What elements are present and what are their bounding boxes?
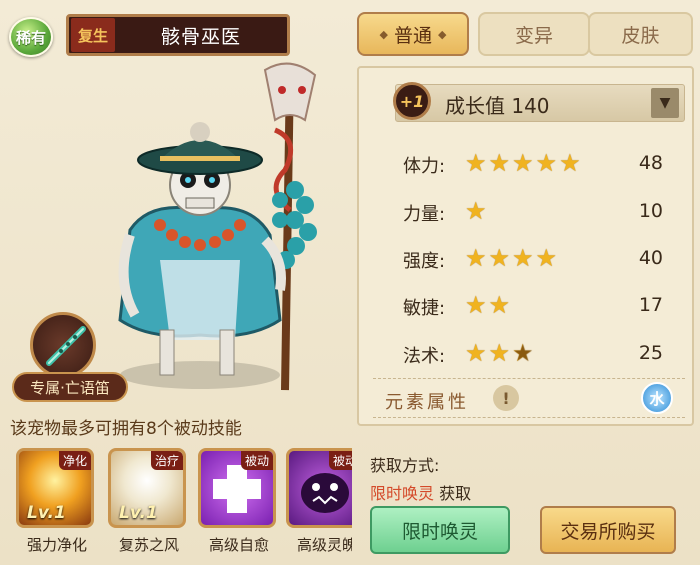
skill-name: 复苏之风 xyxy=(118,536,179,554)
skill-list: 净化 Lv.1 强力净化 治疗 Lv.1 复苏之风 被动 高级自愈 被 高级灵魄 xyxy=(14,444,352,565)
attr-value: 10 xyxy=(638,200,663,222)
star-rating: ★ ★ ★ xyxy=(465,338,534,368)
skill-level: Lv.1 xyxy=(27,503,66,523)
attr-value: 40 xyxy=(638,247,663,269)
rarity-badge: 稀有 xyxy=(9,17,53,57)
tab-label: 皮肤 xyxy=(621,24,660,47)
tab-mutation[interactable]: 变异 xyxy=(478,12,590,56)
star-icon: ★ xyxy=(559,149,581,177)
chevron-down-icon[interactable]: ▼ xyxy=(651,88,679,118)
star-icon: ★ xyxy=(488,291,511,319)
attr-label: 敏捷: xyxy=(403,298,446,319)
tab-normal[interactable]: ◆ 普通 ◆ xyxy=(357,12,469,56)
name-plate: 复生 骸骨巫医 xyxy=(66,14,290,56)
pet-left-panel: 稀有 复生 骸骨巫医 专属·亡语笛 该宠物最多可拥有8个被动技能 净化 Lv.1… xyxy=(0,0,352,565)
acquire-source: 限时唤灵 获取 xyxy=(370,480,471,504)
star-icon: ★ xyxy=(465,149,487,177)
star-rating: ★ ★ xyxy=(465,290,510,320)
tab-label: 普通 xyxy=(393,24,432,47)
star-icon: ★ xyxy=(465,339,487,367)
attr-label: 体力: xyxy=(403,156,446,177)
star-icon: ★ xyxy=(488,244,511,272)
acquire-source-highlight: 限时唤灵 xyxy=(370,484,435,503)
attr-label: 强度: xyxy=(403,251,446,272)
star-icon: ★ xyxy=(535,149,558,177)
heal-cross-icon: 被动 xyxy=(198,448,276,528)
pet-name: 骸骨巫医 xyxy=(160,25,241,48)
attr-row-strength: 力量: ★ 10 xyxy=(403,196,663,226)
star-icon: ★ xyxy=(488,149,511,177)
element-attribute-row: 元素属性 ! 水 xyxy=(373,378,685,418)
skill-type-tag: 净化 xyxy=(58,451,91,470)
trade-market-button[interactable]: 交易所购买 xyxy=(540,506,676,554)
limited-summon-button[interactable]: 限时唤灵 xyxy=(370,506,510,554)
tab-ornament-icon: ◆ xyxy=(438,27,447,41)
purify-skill-icon: 净化 Lv.1 xyxy=(16,448,94,528)
growth-value: 成长值 140 xyxy=(445,94,550,118)
skill-type-tag: 治疗 xyxy=(150,451,183,470)
skill-capacity-caption: 该宠物最多可拥有8个被动技能 xyxy=(10,419,242,439)
pet-detail-panel: 稀有 复生 骸骨巫医 专属·亡语笛 该宠物最多可拥有8个被动技能 净化 Lv.1… xyxy=(0,0,700,565)
attr-label: 力量: xyxy=(403,204,446,225)
attr-label: 法术: xyxy=(403,346,446,367)
attribute-panel: +1 成长值 140 ▼ 体力: ★ ★ ★ ★ ★ 48 力量: ★ 10 强度: ★… xyxy=(357,66,694,426)
wind-skill-icon: 治疗 Lv.1 xyxy=(108,448,186,528)
attr-row-toughness: 强度: ★ ★ ★ ★ 40 xyxy=(403,243,663,273)
star-icon: ★ xyxy=(535,244,558,272)
acquire-title: 获取方式: xyxy=(370,456,440,475)
half-star-icon: ★ xyxy=(512,339,534,367)
pet-portrait xyxy=(118,62,317,391)
tab-label: 变异 xyxy=(514,24,553,47)
attr-value: 17 xyxy=(638,294,663,316)
star-icon: ★ xyxy=(465,197,487,225)
skill-type-tag: 被动 xyxy=(240,451,273,470)
element-label: 元素属性 xyxy=(385,392,469,413)
attr-value: 25 xyxy=(638,342,663,364)
star-icon: ★ xyxy=(512,244,534,272)
exclusive-weapon-label[interactable]: 专属·亡语笛 xyxy=(12,372,128,402)
star-rating: ★ ★ ★ ★ ★ xyxy=(465,148,581,178)
attr-row-agility: 敏捷: ★ ★ 17 xyxy=(403,290,663,320)
reborn-tag: 复生 xyxy=(71,18,115,52)
attr-value: 48 xyxy=(638,152,663,174)
acquire-source-suffix: 获取 xyxy=(434,484,472,503)
skill-slot-1[interactable]: 净化 Lv.1 强力净化 xyxy=(14,444,96,565)
star-icon: ★ xyxy=(488,339,511,367)
star-icon: ★ xyxy=(465,291,487,319)
water-element-icon[interactable]: 水 xyxy=(641,382,673,414)
star-icon: ★ xyxy=(465,244,487,272)
exclusive-weapon-icon[interactable] xyxy=(30,312,96,378)
attr-row-magic: 法术: ★ ★ ★ 25 xyxy=(403,338,663,368)
tab-skin[interactable]: 皮肤 xyxy=(588,12,693,56)
growth-plus-icon: +1 xyxy=(393,82,431,120)
tab-ornament-icon: ◆ xyxy=(379,27,388,41)
skill-name: 高级灵魄 xyxy=(296,536,352,554)
skill-slot-4[interactable]: 被动 高级灵魄 xyxy=(284,444,352,565)
attr-row-stamina: 体力: ★ ★ ★ ★ ★ 48 xyxy=(403,148,663,178)
star-icon: ★ xyxy=(512,149,534,177)
skill-name: 强力净化 xyxy=(26,536,87,554)
skill-type-tag: 被动 xyxy=(328,451,352,470)
skill-name: 高级自愈 xyxy=(208,536,269,554)
star-rating: ★ ★ ★ ★ xyxy=(465,243,557,273)
soul-beast-icon: 被动 xyxy=(286,448,352,528)
skill-slot-3[interactable]: 被动 高级自愈 xyxy=(196,444,278,565)
info-icon[interactable]: ! xyxy=(493,385,519,411)
skill-level: Lv.1 xyxy=(119,503,158,523)
star-rating: ★ xyxy=(465,196,487,226)
skill-slot-2[interactable]: 治疗 Lv.1 复苏之风 xyxy=(106,444,188,565)
